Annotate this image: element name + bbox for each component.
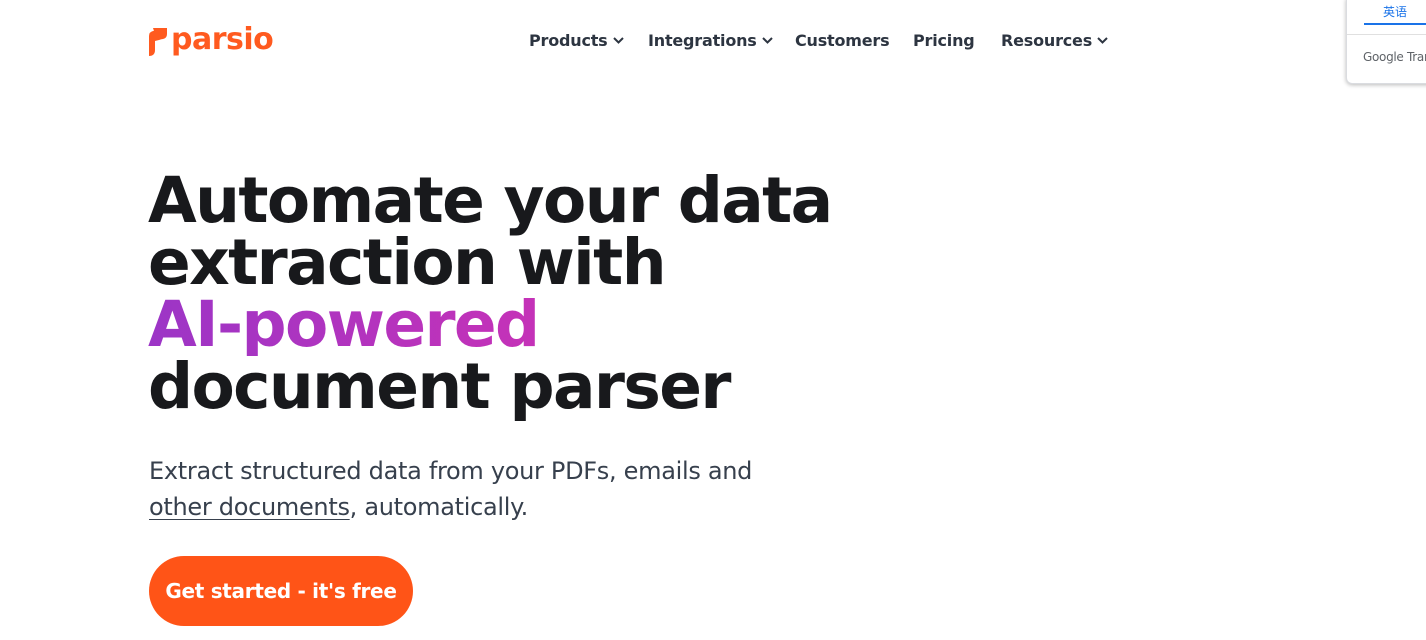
parsio-logo-icon <box>149 28 167 56</box>
hero-subtitle-text: Extract structured data from your PDFs, … <box>149 457 753 485</box>
nav-customers-label: Customers <box>795 31 890 50</box>
translate-brand: Google Translate <box>1363 50 1426 64</box>
nav-customers[interactable]: Customers <box>795 31 890 50</box>
parsio-logo[interactable]: parsio <box>149 22 274 59</box>
hero-title-line-4: document parser <box>148 350 731 423</box>
nav-resources[interactable]: Resources <box>1001 31 1108 50</box>
chevron-down-icon <box>1097 37 1108 44</box>
hero-title-line-1: Automate your data <box>148 164 833 237</box>
nav-products-label: Products <box>529 31 608 50</box>
nav-resources-label: Resources <box>1001 31 1093 50</box>
chevron-down-icon <box>612 37 624 44</box>
translate-language-tab[interactable]: 英语 <box>1364 1 1426 25</box>
google-translate-popup: 英语 Google Translate <box>1346 0 1426 84</box>
hero-subtitle-tail: , automatically. <box>349 493 529 521</box>
get-started-button[interactable]: Get started - it's free <box>149 556 413 626</box>
nav-pricing-label: Pricing <box>913 31 975 50</box>
nav-pricing[interactable]: Pricing <box>913 31 975 50</box>
chevron-down-icon <box>761 37 773 44</box>
nav-integrations-label: Integrations <box>648 31 757 50</box>
hero-title: Automate your data extraction with AI-po… <box>148 164 833 423</box>
nav-integrations[interactable]: Integrations <box>648 31 773 50</box>
hero-subtitle: Extract structured data from your PDFs, … <box>149 453 752 525</box>
nav-products[interactable]: Products <box>529 31 624 50</box>
brand-name: parsio <box>171 22 274 57</box>
hero-title-highlight: AI-powered <box>148 293 832 356</box>
other-documents-link[interactable]: other documents <box>149 493 350 521</box>
hero-title-line-2: extraction with <box>148 226 667 299</box>
translate-divider <box>1347 34 1426 35</box>
